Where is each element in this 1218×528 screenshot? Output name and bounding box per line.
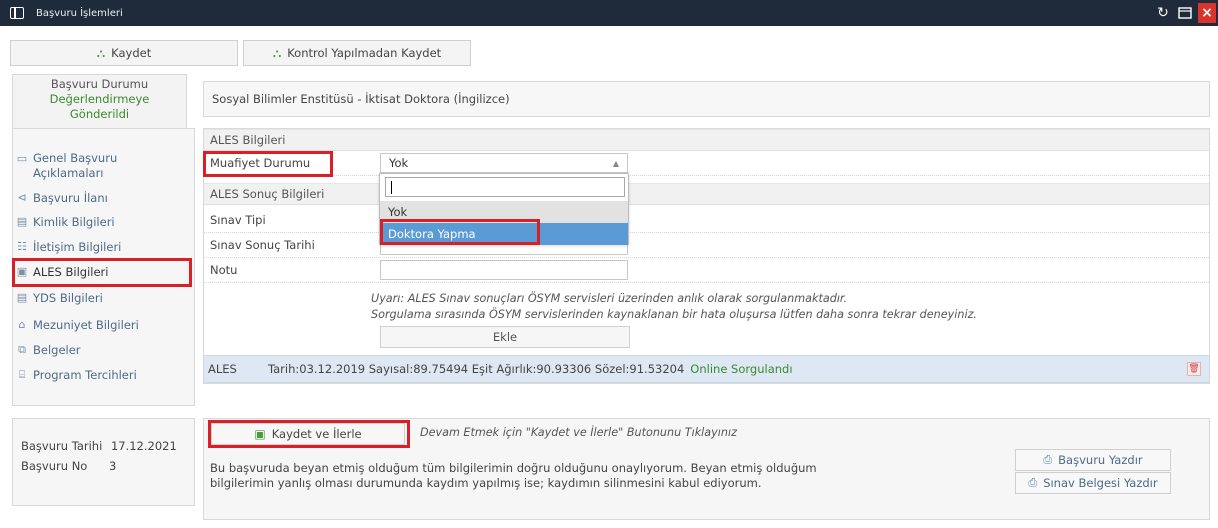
print-exam-document-label: Sınav Belgesi Yazdır (1043, 476, 1158, 490)
sidebar-item-label: Mezuniyet Bilgileri (33, 318, 139, 332)
printer-icon: ⎙ (1043, 453, 1053, 466)
save-and-continue-label: Kaydet ve İlerle (271, 427, 362, 441)
window-icon (10, 7, 24, 19)
application-number-label: Başvuru No (21, 459, 88, 473)
add-button[interactable]: Ekle (380, 326, 630, 348)
program-info: Sosyal Bilimler Enstitüsü - İktisat Dokt… (203, 81, 1210, 117)
dropdown-option-doktora-yapma[interactable]: Doktora Yapma (380, 223, 628, 245)
ales-results-header: ALES Sonuç Bilgileri (204, 183, 1209, 205)
sidebar-item-label: Başvuru İlanı (33, 191, 108, 205)
sidebar-item-yds[interactable]: ▤ YDS Bilgileri (15, 291, 103, 305)
ales-warning-line1: Uyarı: ALES Sınav sonuçları ÖSYM servisl… (371, 292, 848, 305)
sidebar-item-label: İletişim Bilgileri (33, 240, 122, 254)
ales-result-tag: ALES (208, 362, 237, 376)
exam-date-row: Sınav Sonuç Tarihi (204, 233, 1209, 258)
dropdown-option-yok[interactable]: Yok (380, 201, 628, 223)
grade-label: Notu (210, 263, 238, 277)
application-number-value: 3 (109, 459, 117, 473)
save-icon: ▣ (254, 427, 266, 441)
ales-result-row: ALES Tarih:03.12.2019 Sayısal:89.75494 E… (203, 355, 1210, 383)
list-icon: ▣ (16, 265, 28, 278)
exam-type-label: Sınav Tipi (210, 213, 266, 227)
sidebar-item-ales[interactable]: ▣ ALES Bilgileri (15, 265, 109, 279)
sidebar-item-label: Program Tercihleri (33, 368, 137, 382)
window-controls: ↻ × (1154, 0, 1218, 26)
save-button[interactable]: ⛬ Kaydet (10, 40, 238, 66)
application-date-value: 17.12.2021 (110, 439, 177, 453)
contacts-icon: ☷ (17, 240, 27, 253)
dropdown-option-label: Yok (388, 205, 408, 219)
continue-hint: Devam Etmek için "Kaydet ve İlerle" Buto… (420, 426, 737, 439)
application-date: Başvuru Tarihi 17.12.2021 (21, 439, 177, 453)
list-icon: ▤ (16, 291, 28, 304)
ales-result-status: Online Sorgulandı (690, 362, 793, 376)
status-value-line2: Gönderildi (69, 107, 130, 121)
id-card-icon: ▤ (16, 215, 28, 228)
application-status: Başvuru Durumu Değerlendirmeye Gönderild… (12, 74, 187, 132)
add-button-label: Ekle (492, 330, 518, 344)
application-date-label: Başvuru Tarihi (21, 439, 103, 453)
text-cursor (391, 181, 392, 194)
consent-line2: bilgilerimin yanlış olması durumunda kay… (210, 476, 762, 490)
ales-panel: ALES Bilgileri Muafiyet Durumu Yok ▲ ALE… (203, 128, 1210, 384)
sidebar-item-label: Kimlik Bilgileri (33, 215, 115, 229)
sidebar-item-announcement[interactable]: ⊲ Başvuru İlanı (15, 191, 108, 205)
graduation-icon: ⌂ (18, 318, 26, 331)
ales-section-header: ALES Bilgileri (204, 129, 1209, 151)
save-icon: ⛬ (96, 45, 106, 60)
close-icon[interactable]: × (1198, 3, 1216, 23)
grade-input[interactable] (380, 260, 628, 280)
megaphone-icon: ⊲ (17, 191, 27, 204)
refresh-icon[interactable]: ↻ (1154, 4, 1172, 22)
sidebar-item-label: ALES Bilgileri (33, 265, 109, 279)
sidebar-item-general-label-l1: Genel Başvuru (33, 151, 118, 165)
sidebar-item-label: YDS Bilgileri (33, 291, 103, 305)
sidebar-item-general-label-l2: Açıklamaları (33, 166, 104, 180)
sidebar-item-label: Belgeler (33, 343, 81, 357)
save-and-continue-button[interactable]: ▣ Kaydet ve İlerle (211, 423, 405, 445)
sidebar-item-identity[interactable]: ▤ Kimlik Bilgileri (15, 215, 115, 229)
dropdown-search-input[interactable] (385, 177, 625, 197)
ales-warning-line2: Sorgulama sırasında ÖSYM servislerinden … (371, 308, 977, 321)
save-without-check-label: Kontrol Yapılmadan Kaydet (287, 46, 442, 60)
application-number: Başvuru No 3 (21, 459, 116, 473)
ales-section-title: ALES Bilgileri (210, 133, 286, 147)
trash-icon[interactable]: 🗑 (1187, 362, 1201, 376)
ales-results-title: ALES Sonuç Bilgileri (210, 187, 325, 201)
sidebar-item-graduation[interactable]: ⌂ Mezuniyet Bilgileri (15, 318, 139, 332)
exemption-select[interactable]: Yok ▲ (380, 153, 628, 173)
document-icon: ▭ (16, 152, 28, 165)
ales-result-scores: Tarih:03.12.2019 Sayısal:89.75494 Eşit A… (268, 362, 685, 376)
sidebar-item-contact[interactable]: ☷ İletişim Bilgileri (15, 240, 121, 254)
sidebar-item-preferences[interactable]: ⌸ Program Tercihleri (15, 368, 137, 382)
exam-type-row: Sınav Tipi (204, 208, 1209, 233)
sidebar-item-general[interactable]: ▭ Genel Başvuru Açıklamaları (15, 151, 117, 181)
window-title: Başvuru İşlemleri (36, 7, 123, 19)
print-application-label: Başvuru Yazdır (1058, 453, 1143, 467)
consent-line1: Bu başvuruda beyan etmiş olduğum tüm bil… (210, 461, 817, 475)
status-value-line1: Değerlendirmeye (49, 92, 150, 106)
exam-date-label: Sınav Sonuç Tarihi (210, 238, 315, 252)
exemption-select-value: Yok (389, 156, 409, 170)
print-exam-document-button[interactable]: ⎙ Sınav Belgesi Yazdır (1015, 472, 1171, 494)
print-application-button[interactable]: ⎙ Başvuru Yazdır (1015, 449, 1171, 471)
institution-icon: ⌸ (18, 368, 26, 381)
dropdown-option-label: Doktora Yapma (388, 227, 476, 241)
program-name: Sosyal Bilimler Enstitüsü - İktisat Dokt… (212, 92, 510, 106)
save-icon: ⛬ (272, 45, 282, 60)
exemption-row: Muafiyet Durumu Yok ▲ (204, 151, 1209, 176)
printer-icon: ⎙ (1028, 476, 1038, 489)
grade-row: Notu (204, 258, 1209, 283)
window-titlebar: Başvuru İşlemleri ↻ × (0, 0, 1218, 26)
save-without-check-button[interactable]: ⛬ Kontrol Yapılmadan Kaydet (243, 40, 471, 66)
exemption-dropdown: Yok Doktora Yapma (379, 173, 629, 245)
files-icon: ⧉ (18, 343, 26, 356)
sidebar-item-general-label: Genel Başvuru Açıklamaları (33, 151, 117, 181)
exemption-label: Muafiyet Durumu (210, 156, 311, 170)
chevron-up-icon: ▲ (612, 159, 619, 168)
sidebar-item-documents[interactable]: ⧉ Belgeler (15, 343, 81, 357)
status-title: Başvuru Durumu (50, 77, 149, 91)
save-button-label: Kaydet (111, 46, 152, 60)
maximize-icon[interactable] (1176, 4, 1194, 22)
